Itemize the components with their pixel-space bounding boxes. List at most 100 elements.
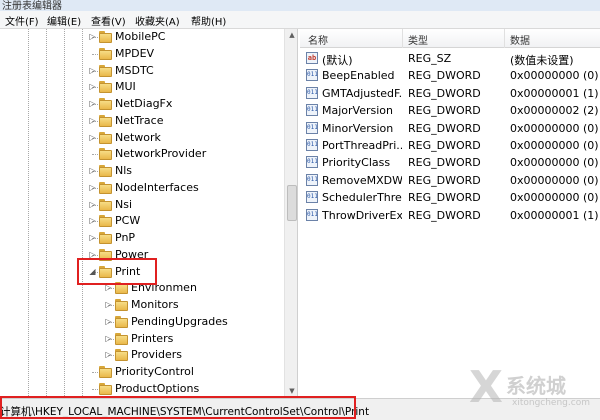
menu-file[interactable]: 文件(F) [4,13,40,28]
folder-icon [99,148,112,161]
column-divider[interactable] [504,29,505,48]
folder-body [99,183,112,194]
folder-body [99,167,112,177]
value-name: MinorVersion [322,121,394,135]
value-name: BeepEnabled [322,69,395,83]
tree-item[interactable]: PriorityControl [0,364,284,381]
collapsed-arrow-icon[interactable]: ▷ [104,300,113,310]
tree-item-label: NetTrace [115,113,164,127]
tree-item[interactable]: ▷ Printers [0,331,284,348]
collapsed-arrow-icon[interactable]: ▷ [88,133,97,143]
scrollbar-thumb[interactable] [287,185,297,221]
collapsed-arrow-icon[interactable]: ▷ [104,350,113,360]
collapsed-arrow-icon[interactable]: ▷ [88,66,97,76]
folder-icon [99,114,112,127]
value-row[interactable]: ab (默认) REG_SZ (数值未设置) [300,50,600,67]
folder-body [99,368,112,378]
value-row[interactable]: 011 MinorVersion REG_DWORD 0x00000000 (0) [300,120,600,137]
value-data: 0x00000000 (0) [510,191,598,205]
tree-item-label: NodeInterfaces [115,180,199,194]
folder-icon [99,198,112,211]
folder-body [99,49,112,60]
folder-icon [115,332,128,345]
tree-item[interactable]: ▷ Nsi [0,197,284,214]
column-divider[interactable] [402,29,403,48]
value-row[interactable]: 011 RemoveMXDW REG_DWORD 0x00000000 (0) [300,172,600,189]
menu-bar: 文件(F) 编辑(E) 查看(V) 收藏夹(A) 帮助(H) [0,11,600,29]
collapsed-arrow-icon[interactable]: ▷ [88,200,97,210]
tree-item[interactable]: ▷ NetTrace [0,113,284,130]
folder-body [99,66,112,77]
value-data: 0x00000000 (0) [510,121,598,135]
collapsed-arrow-icon[interactable]: ▷ [88,166,97,176]
tree-item[interactable]: ▷ MUI [0,79,284,96]
value-name: PriorityClass [322,156,391,170]
tree-item[interactable]: ▷ PendingUpgrades [0,314,284,331]
tree-item-label: Monitors [131,298,179,311]
folder-icon [99,98,112,110]
collapsed-arrow-icon[interactable]: ▷ [88,216,97,226]
value-data: 0x00000001 (1) [510,86,598,100]
menu-favorites[interactable]: 收藏夹(A) [134,13,181,28]
tree-item[interactable]: ▷ Providers [0,347,284,364]
column-header-type[interactable]: 类型 [408,32,428,47]
values-list-pane[interactable]: 名称 类型 数据 ab (默认) REG_SZ (数值未设置) 011 BeepEnabl… [300,29,600,398]
tree-item[interactable]: MPDEV [0,46,284,63]
folder-body [99,83,112,94]
value-row[interactable]: 011 ThrowDriverEx... REG_DWORD 0x00000001 (… [300,207,600,224]
tree-item-label: Providers [131,348,183,362]
collapsed-arrow-icon[interactable]: ▷ [88,32,97,42]
tree-item-label: MobilePC [115,30,166,43]
value-row[interactable]: 011 GMTAdjustedF... REG_DWORD 0x00000001 (1… [300,85,600,102]
folder-icon [99,366,112,378]
collapsed-arrow-icon[interactable]: ▷ [88,183,97,193]
scroll-up-icon[interactable]: ▲ [285,29,297,42]
value-row[interactable]: 011 MajorVersion REG_DWORD 0x00000002 (2) [300,102,600,119]
tree-item[interactable]: ▷ Monitors [0,297,284,314]
folder-icon [99,382,112,395]
tree-item[interactable]: ▷ Nls [0,163,284,180]
collapsed-arrow-icon[interactable]: ▷ [104,334,113,344]
tree-item-label: Nls [115,164,133,177]
status-path-highlight [0,396,356,419]
collapsed-arrow-icon[interactable]: ▷ [88,99,97,109]
folder-icon [99,165,112,177]
value-row[interactable]: 011 BeepEnabled REG_DWORD 0x00000000 (0) [300,67,600,84]
tree-item-label: Printers [131,331,174,345]
tree-item[interactable]: ▷ PCW [0,213,284,230]
collapsed-arrow-icon[interactable]: ▷ [88,82,97,92]
tree-item[interactable]: ▷ MSDTC [0,63,284,80]
tree-item[interactable]: ▷ PnP [0,230,284,247]
values-list-header: 名称 类型 数据 [300,29,600,48]
value-row[interactable]: 011 PortThreadPri... REG_DWORD 0x00000000 (… [300,137,600,154]
tree-item[interactable]: ▷ NodeInterfaces [0,180,284,197]
value-row[interactable]: 011 PriorityClass REG_DWORD 0x00000000 (0) [300,154,600,171]
collapsed-arrow-icon[interactable]: ▷ [88,116,97,126]
tree-item[interactable]: ▷ MobilePC [0,29,284,46]
value-type: REG_SZ [408,52,452,65]
dword-value-icon: 011 [306,104,318,117]
dword-value-icon: 011 [306,121,318,134]
tree-item[interactable]: ▷ Network [0,130,284,147]
collapsed-arrow-icon[interactable]: ▷ [88,233,97,243]
collapsed-arrow-icon[interactable]: ▷ [104,317,113,327]
tree-item[interactable]: NetworkProvider [0,146,284,163]
menu-help[interactable]: 帮助(H) [190,13,227,28]
menu-view[interactable]: 查看(V) [90,13,127,28]
column-header-name[interactable]: 名称 [308,32,328,47]
key-tree-pane[interactable]: ▷ MobilePC MPDEV ▷ MSDTC ▷ MUI ▷ NetDiagFx ▷ NetTr… [0,29,298,398]
tree-vertical-scrollbar[interactable]: ▲ ▼ [284,29,297,398]
column-header-data[interactable]: 数据 [510,32,530,47]
dword-value-icon: 011 [306,191,318,204]
folder-icon [99,131,112,144]
tree-item[interactable]: ▷ NetDiagFx [0,96,284,113]
tree-item-label: NetworkProvider [115,147,207,161]
tree-item-label: PriorityControl [115,365,194,378]
tree-item-label: ProductOptions [115,381,200,395]
menu-edit[interactable]: 编辑(E) [46,13,82,28]
value-row[interactable]: 011 SchedulerThre... REG_DWORD 0x00000000 (… [300,189,600,206]
value-data: 0x00000000 (0) [510,173,598,187]
dword-value-icon: 011 [306,173,318,186]
tree-item-label: PnP [115,231,136,244]
tree-item-label: NetDiagFx [115,97,173,110]
